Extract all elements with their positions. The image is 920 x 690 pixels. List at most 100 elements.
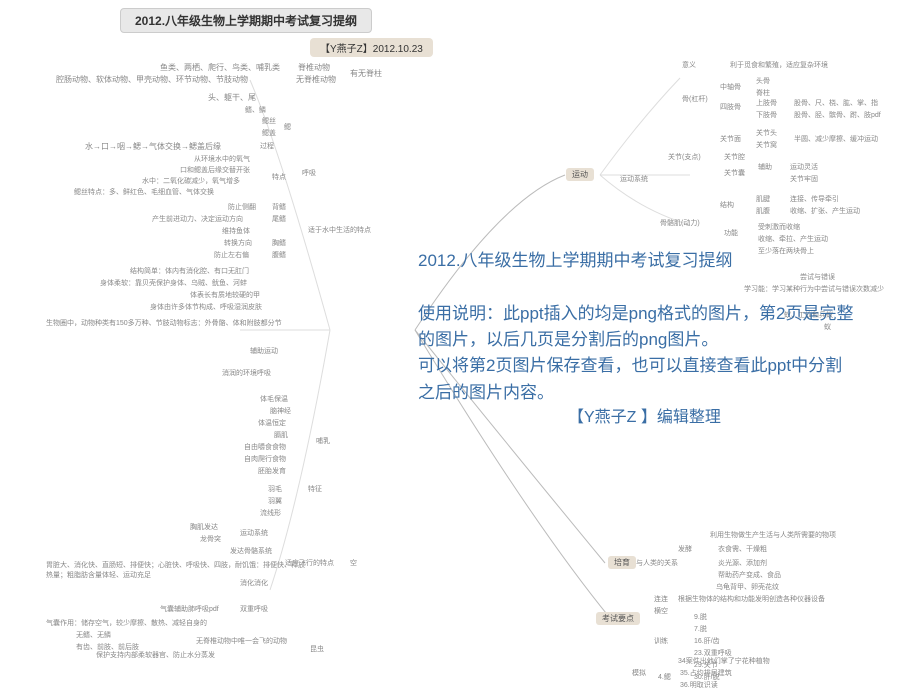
mm-node: 帮助药产变成、食品 [718,570,781,580]
mm-node: 维持鱼体 [222,226,250,236]
branch-motion: 运动 [566,168,594,181]
mm-node: 有齿、前肢、前后肢 [76,642,139,652]
mm-node: 生物圈中，动物种类有150多万种、节肢动物标志：外骨骼、体和附肢都分节 [46,318,336,328]
mm-node: 关节窝 [756,140,777,150]
mm-node: 双重呼吸 [240,604,268,614]
overlay-author: 【Y燕子Z 】编辑整理 [568,409,721,426]
mm-node: 结构 [720,200,734,210]
mm-node: 脊柱 [756,88,770,98]
mm-node: 防止左右偏 [214,250,249,260]
mm-node: 关节面 [720,134,741,144]
mm-node: 四肢骨 [720,102,741,112]
overlay-line-3: 可以将第2页图片保存查看，也可以直接查看此ppt中分割之后的图片内容。 [418,353,858,406]
mm-node: 关节牢固 [790,174,818,184]
mm-node: 关节头 [756,128,777,138]
mm-node: 从环境水中的氧气 [194,154,250,164]
mm-node: 头、躯干、尾 [208,92,256,103]
mm-node: 结构简单：体内有消化腔、有口无肛门 [130,266,249,276]
mm-node: 关节囊 [724,168,745,178]
mm-node: 体表长有质地较硬的甲 [190,290,260,300]
mm-node: 流线形 [260,508,281,518]
mm-node: 下肢骨 [756,110,777,120]
mm-node: 辅助运动 [250,346,278,356]
mm-node: 35.占约排居建筑 [680,668,732,678]
mm-node: 乌龟背甲、卵壳花纹 [716,582,779,592]
branch-exam: 考试要点 [596,612,640,625]
mm-node: 适于水中生活的特点 [308,225,371,235]
mm-node: 半圆、减少摩擦、缓冲运动 [794,134,878,144]
mm-node: 腔肠动物、软体动物、甲壳动物、环节动物、节肢动物 [56,74,248,85]
mm-node: 脊椎动物 [298,62,330,73]
overlay-author-line: 【Y燕子Z 】编辑整理 [418,406,858,431]
mm-node: 4.鳃 [658,672,671,682]
mm-node: 自肉爬行食物 [244,454,286,464]
mm-node: 训练 [654,636,668,646]
mm-node: 上肢骨 [756,98,777,108]
mm-node: 利于觅食和繁殖，适应复杂环境 [730,60,828,70]
mm-node: 横空 [654,606,668,616]
mm-node: 胚胎发育 [258,466,286,476]
mm-node: 产生前进动力、决定运动方向 [152,214,243,224]
mm-node: 鱼类、两栖、爬行、鸟类、哺乳类 [160,62,280,73]
mm-node: 胃脏大、消化快、直肠短、排便快；心脏快、呼吸快、四肢，耐饥饿：排便快、释放热量；… [46,560,306,580]
mm-node: 炎光源、添加剂 [718,558,767,568]
page-title: 2012.八年级生物上学期期中考试复习提纲 [120,8,372,33]
mm-node: 连连 [654,594,668,604]
mm-node: 水→口→咽→鳃→气体交换→鳃盖后缘 [85,141,221,152]
mm-node: 口和鳃盖后缘交替开张 [180,165,250,175]
mm-node: 意义 [682,60,696,70]
overlay-description: 2012.八年级生物上学期期中考试复习提纲 使用说明：此ppt插入的均是png格… [418,248,858,431]
overlay-line-2: 使用说明：此ppt插入的均是png格式的图片，第2页是完整的图片，以后几页是分割… [418,301,858,354]
mm-node: 关节(支点) [668,152,701,162]
mm-node: 16.肝/齿 [694,636,720,646]
mm-node: 过程 [260,141,274,151]
mm-node: 连接、传导牵引 [790,194,839,204]
mm-node: 利用生物做生产生活与人类所需要的物项 [710,530,836,540]
mm-node: 骨(杠杆) [682,94,708,104]
mm-node: 有无脊柱 [350,68,382,79]
mm-node: 特征 [308,484,322,494]
mm-node: 体温恒定 [258,418,286,428]
mm-node: 运动系统 [620,174,648,184]
mm-node: 股骨、尺、桡、肱、掌、指 [794,98,878,108]
mm-node: 7.脱 [694,624,707,634]
mm-node: 运动系统 [240,528,268,538]
mm-node: 胸鳍 [272,238,286,248]
mm-node: 发达骨骼系统 [230,546,272,556]
mm-node: 空 [350,558,357,568]
mm-node: 模拟 [632,668,646,678]
mm-node: 无脊椎动物 [296,74,336,85]
mm-node: 34案件出他们掌了宁花种植物 [678,656,770,666]
mm-node: 腹鳍 [272,250,286,260]
mm-node: 肌腱 [756,194,770,204]
mm-node: 受刺激而收缩 [758,222,800,232]
mm-node: 发酵 [678,544,692,554]
mm-node: 消润的环境呼吸 [222,368,271,378]
mm-node: 与人类的关系 [636,558,678,568]
mm-node: 肌腹 [756,206,770,216]
mm-node: 关节腔 [724,152,745,162]
mm-node: 鳃丝特点：多、鲜红色、毛细血管、气体交换 [74,187,214,197]
mm-node: 鳃丝 [262,116,276,126]
mm-node: 无鳍、无鳞 [76,630,111,640]
mm-node: 收缩、牵拉、产生运动 [758,234,828,244]
mm-node: 29.关节 [694,660,718,670]
mm-node: 30.肝/脱 [694,672,720,682]
page-subtitle: 【Y燕子Z】2012.10.23 [310,38,433,57]
mm-node: 辅助 [758,162,772,172]
mm-node: 衣食需、干燥粗 [718,544,767,554]
mm-node: 适应飞行的特点 [285,558,334,568]
mm-node: 特点 [272,172,286,182]
mm-node: 膈肌 [274,430,288,440]
mm-node: 根据生物体的结构和功能发明创造各种仪器设备 [678,594,825,604]
mm-node: 尾鳍 [272,214,286,224]
mm-node: 羽翼 [268,496,282,506]
mm-node: 鳍、鳞 [245,105,266,115]
mm-node: 胸肌发达 [190,522,218,532]
mm-node: 体毛保温 [260,394,288,404]
mm-node: 运动灵活 [790,162,818,172]
mm-node: 9.脱 [694,612,707,622]
mm-node: 保护支持内部柔软器官、防止水分蒸发 [96,650,215,660]
mm-node: 哺乳 [316,436,330,446]
mm-node: 收缩、扩张、产生运动 [790,206,860,216]
